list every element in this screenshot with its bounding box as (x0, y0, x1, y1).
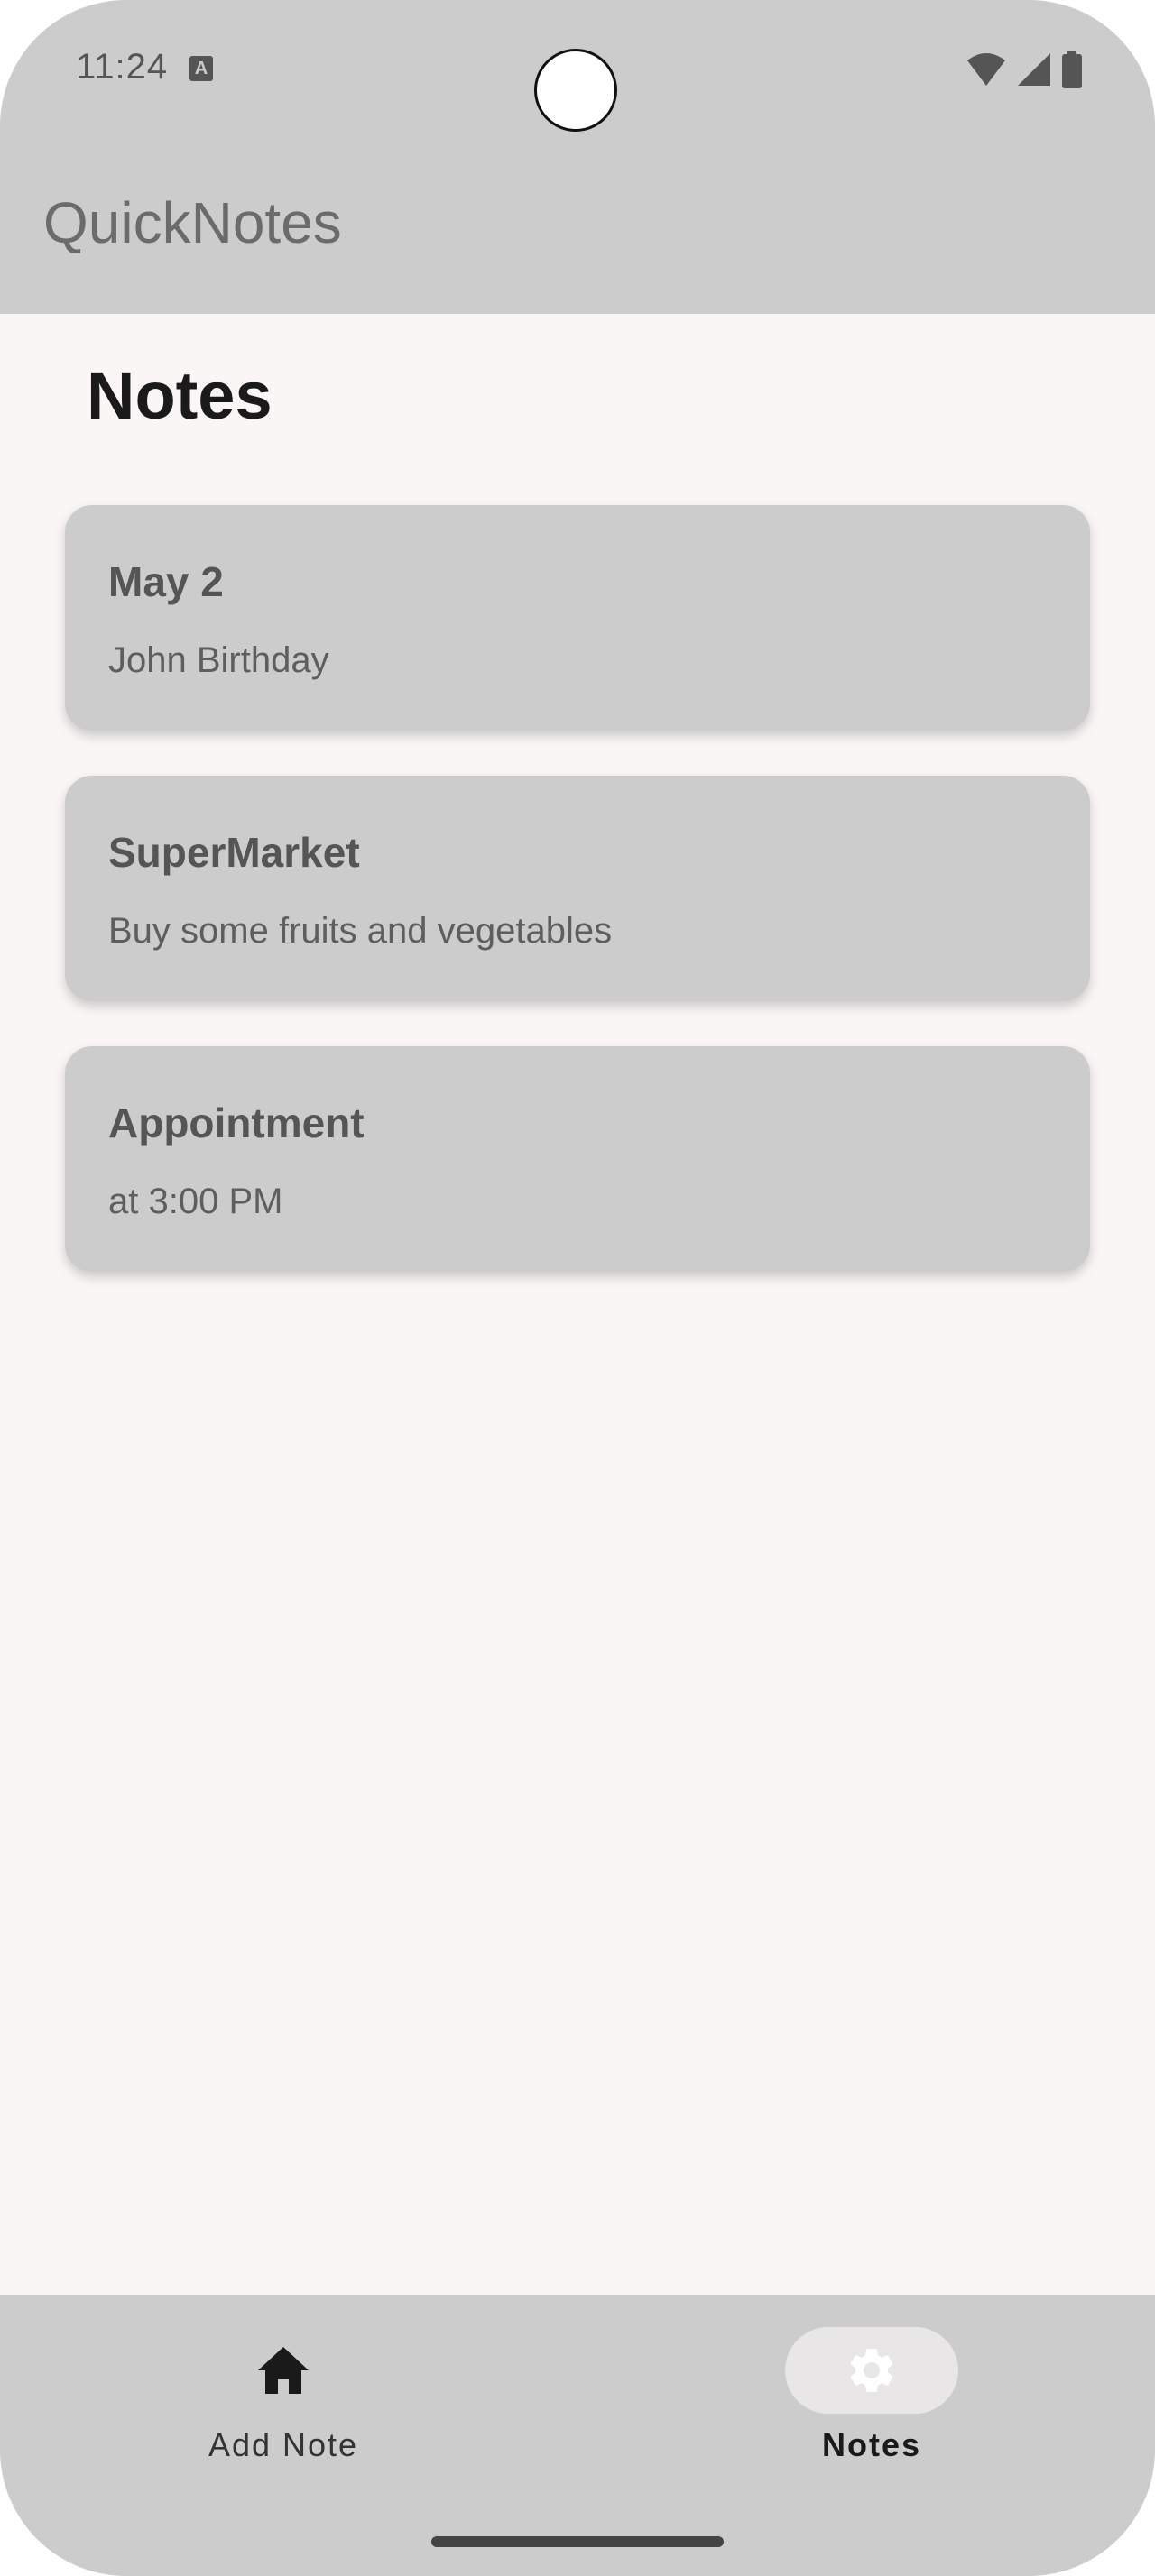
notes-list: May 2 John Birthday SuperMarket Buy some… (65, 505, 1090, 1317)
note-title: Appointment (108, 1099, 365, 1146)
note-body: at 3:00 PM (108, 1182, 283, 1221)
battery-icon (1062, 51, 1082, 88)
gear-icon (850, 2349, 893, 2392)
status-icons (966, 51, 1083, 88)
nav-item-notes[interactable]: Notes (736, 2327, 1007, 2489)
nav-active-indicator (785, 2327, 958, 2414)
nav-icon-container (197, 2327, 370, 2414)
page-heading: Notes (87, 358, 273, 433)
nav-item-add-note[interactable]: Add Note (148, 2327, 419, 2489)
app-bar: QuickNotes (0, 144, 1155, 314)
note-card[interactable]: SuperMarket Buy some fruits and vegetabl… (65, 776, 1090, 1001)
camera-cutout (534, 49, 617, 132)
signal-icon (1018, 53, 1050, 86)
note-card[interactable]: Appointment at 3:00 PM (65, 1046, 1090, 1272)
note-title: May 2 (108, 558, 224, 605)
wifi-icon (967, 53, 1005, 86)
nav-label-notes: Notes (821, 2426, 922, 2463)
note-card[interactable]: May 2 John Birthday (65, 505, 1090, 731)
note-title: SuperMarket (108, 829, 360, 876)
a-icon: A (189, 56, 213, 81)
status-bar: 11:24 A (0, 0, 1155, 144)
home-icon (258, 2347, 309, 2394)
nav-label-add-note: Add Note (208, 2426, 359, 2463)
phone-screen: 11:24 A QuickNotes Notes May 2 John Birt… (0, 0, 1155, 2576)
note-body: Buy some fruits and vegetables (108, 911, 613, 951)
status-time: 11:24 (76, 47, 169, 87)
bottom-navigation: Add Note Notes (0, 2295, 1155, 2576)
home-indicator[interactable] (431, 2536, 724, 2547)
note-body: John Birthday (108, 640, 329, 680)
app-title: QuickNotes (43, 190, 342, 255)
